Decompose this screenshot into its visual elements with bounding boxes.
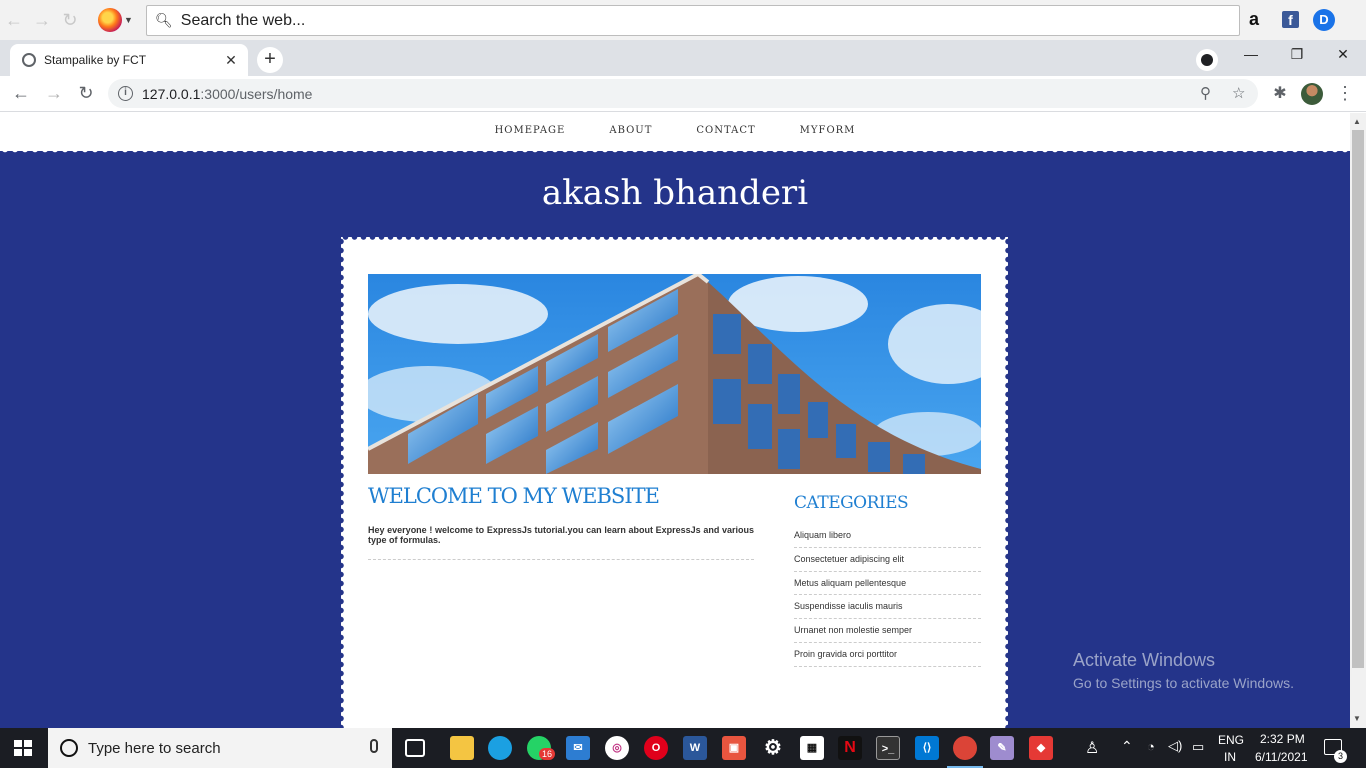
windows-start-icon[interactable] — [14, 740, 32, 756]
categories-list: Aliquam libero Consectetuer adipiscing e… — [794, 524, 981, 667]
intro-paragraph: Hey everyone ! welcome to ExpressJs tuto… — [368, 525, 754, 545]
search-icon: 🔍︎ — [155, 12, 173, 28]
category-item[interactable]: Aliquam libero — [794, 524, 981, 548]
site-nav: HOMEPAGE ABOUT CONTACT MYFORM — [0, 113, 1350, 151]
welcome-heading: WELCOME TO MY WEBSITE — [368, 484, 660, 508]
d-extension-icon[interactable]: D — [1313, 9, 1335, 31]
tab-strip: Stampalike by FCT ✕ — [0, 40, 1366, 76]
scrollbar-thumb[interactable] — [1352, 130, 1364, 668]
category-item[interactable]: Urnanet non molestie semper — [794, 619, 981, 643]
store-icon[interactable]: ▦ — [800, 736, 824, 760]
zoom-icon[interactable]: ⚲ — [1200, 84, 1211, 102]
people-icon[interactable]: ♙ — [1085, 738, 1099, 758]
whatsapp-badge: 16 — [539, 748, 556, 760]
clock-date[interactable]: 6/11/2021 — [1255, 750, 1308, 764]
tab-title: Stampalike by FCT — [44, 53, 147, 67]
cortana-icon — [60, 739, 78, 757]
taskbar-search-placeholder: Type here to search — [88, 739, 221, 757]
extensions-puzzle-icon[interactable]: ✱ — [1268, 83, 1292, 105]
opera-icon[interactable]: O — [644, 736, 668, 760]
back-button[interactable]: ← — [9, 83, 33, 105]
edge-icon[interactable] — [488, 736, 512, 760]
chrome-icon[interactable] — [947, 736, 983, 768]
tab-search-button[interactable] — [1196, 49, 1218, 71]
activate-windows-watermark: Activate Windows Go to Settings to activ… — [1073, 650, 1294, 691]
stamp-right-edge — [1005, 237, 1011, 728]
tray-expand-icon[interactable]: ⌃ — [1121, 738, 1133, 755]
globe-icon — [22, 53, 36, 67]
microphone-icon[interactable] — [370, 739, 378, 753]
firefox-logo-icon[interactable] — [98, 8, 122, 32]
profile-avatar[interactable] — [1301, 83, 1323, 105]
mail-icon[interactable]: ✉ — [566, 736, 590, 760]
url-path: :3000/users/home — [200, 85, 313, 102]
web-search-placeholder: Search the web... — [180, 11, 306, 29]
page-scrollbar[interactable]: ▲ ▼ — [1350, 113, 1366, 728]
nav-about[interactable]: ABOUT — [609, 125, 652, 151]
app-icon[interactable]: ▣ — [722, 736, 746, 760]
notification-count: 3 — [1334, 750, 1347, 763]
scroll-up-icon[interactable]: ▲ — [1353, 117, 1361, 126]
language-in[interactable]: IN — [1224, 750, 1236, 764]
category-item[interactable]: Metus aliquam pellentesque — [794, 572, 981, 596]
taskbar: Type here to search ✉ ◎ O W ▣ ⚙ ▦ N >_ ⟨… — [0, 728, 1366, 768]
settings-gear-icon[interactable]: ⚙ — [761, 736, 785, 760]
menu-kebab-icon[interactable]: ⋮ — [1333, 83, 1357, 105]
nav-myform[interactable]: MYFORM — [800, 125, 856, 151]
taskbar-search-input[interactable]: Type here to search — [48, 728, 392, 768]
activate-subtitle: Go to Settings to activate Windows. — [1073, 675, 1294, 691]
reload-button[interactable]: ↻ — [74, 83, 98, 105]
category-item[interactable]: Proin gravida orci porttitor — [794, 643, 981, 667]
scroll-down-icon[interactable]: ▼ — [1353, 714, 1361, 723]
site-info-icon[interactable]: i — [118, 86, 133, 101]
paint-icon[interactable]: ✎ — [990, 736, 1014, 760]
tab-stampalike[interactable]: Stampalike by FCT ✕ — [10, 44, 248, 76]
close-window-button[interactable]: ✕ — [1328, 46, 1358, 63]
wifi-icon[interactable]: ◔ — [1147, 739, 1155, 754]
web-search-input[interactable]: 🔍︎ Search the web... — [146, 5, 1240, 36]
amazon-extension-icon[interactable]: a — [1249, 9, 1259, 30]
clock-time[interactable]: 2:32 PM — [1260, 732, 1305, 746]
task-view-icon[interactable] — [405, 739, 425, 757]
restore-button[interactable]: ❐ — [1282, 46, 1312, 63]
netflix-icon[interactable]: N — [838, 736, 862, 760]
nav-homepage[interactable]: HOMEPAGE — [495, 125, 566, 151]
page-viewport: HOMEPAGE ABOUT CONTACT MYFORM akash bhan… — [0, 113, 1350, 728]
minimize-button[interactable]: — — [1236, 46, 1266, 62]
content-stamp: WELCOME TO MY WEBSITE Hey everyone ! wel… — [338, 234, 1011, 728]
site-title: akash bhanderi — [541, 173, 809, 213]
chevron-down-icon[interactable]: ▼ — [124, 15, 133, 25]
category-item[interactable]: Consectetuer adipiscing elit — [794, 548, 981, 572]
word-icon[interactable]: W — [683, 736, 707, 760]
nav-contact[interactable]: CONTACT — [696, 125, 755, 151]
new-tab-button[interactable]: + — [257, 47, 283, 73]
git-icon[interactable]: ◆ — [1029, 736, 1053, 760]
close-tab-button[interactable]: ✕ — [222, 52, 240, 69]
address-toolbar: ← → ↻ i 127.0.0.1 :3000/users/home ⚲ ☆ ✱… — [0, 76, 1366, 112]
divider — [368, 559, 754, 560]
reload-icon[interactable]: ↻ — [56, 10, 84, 31]
volume-icon[interactable]: ◁) — [1168, 738, 1182, 754]
battery-icon[interactable]: ▭ — [1192, 739, 1204, 755]
facebook-extension-icon[interactable]: f — [1282, 11, 1299, 28]
back-icon[interactable]: ← — [0, 10, 28, 31]
vscode-icon[interactable]: ⟨⟩ — [915, 736, 939, 760]
url-host: 127.0.0.1 — [142, 85, 201, 102]
terminal-icon[interactable]: >_ — [876, 736, 900, 760]
categories-heading: CATEGORIES — [794, 493, 909, 513]
category-item[interactable]: Suspendisse iaculis mauris — [794, 595, 981, 620]
instagram-icon[interactable]: ◎ — [605, 736, 629, 760]
bookmark-star-icon[interactable]: ☆ — [1232, 84, 1245, 102]
activate-title: Activate Windows — [1073, 650, 1216, 670]
file-explorer-icon[interactable] — [450, 736, 474, 760]
forward-button[interactable]: → — [42, 83, 66, 105]
forward-icon[interactable]: → — [28, 10, 56, 31]
address-bar[interactable]: i 127.0.0.1 :3000/users/home ⚲ ☆ — [108, 79, 1258, 108]
hero-building-image — [368, 274, 981, 474]
nav-scallop-border — [0, 149, 1350, 155]
language-eng[interactable]: ENG — [1218, 733, 1244, 747]
